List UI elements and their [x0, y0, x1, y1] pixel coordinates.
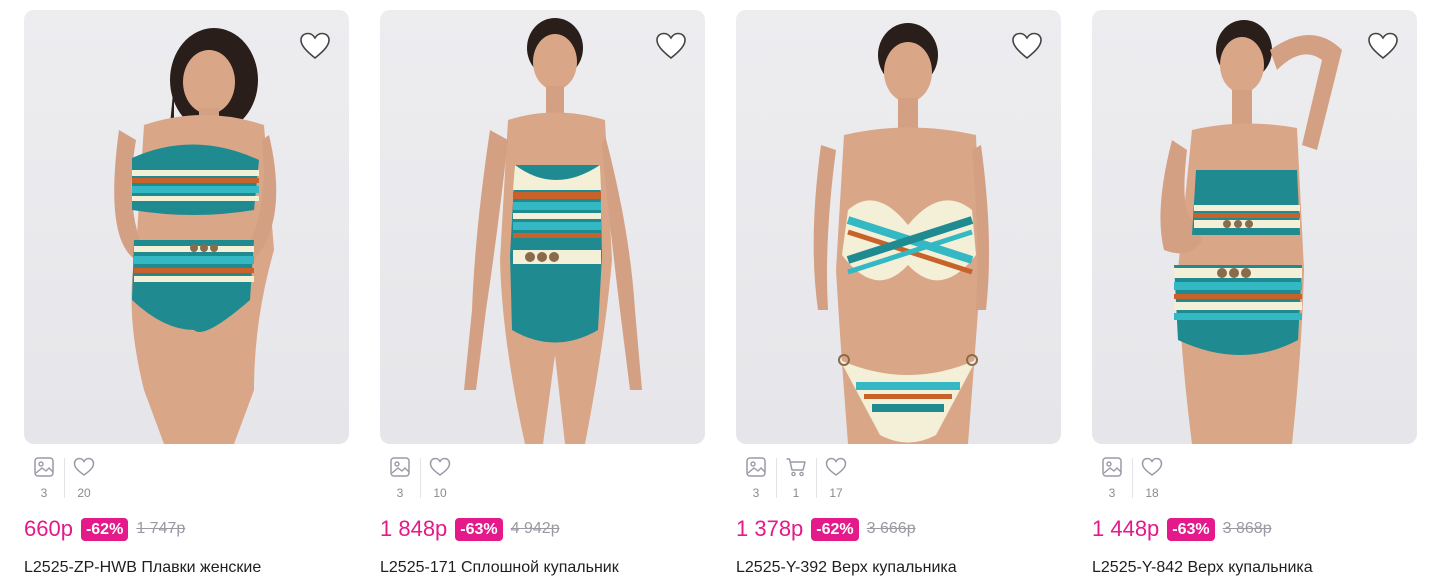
cart-stat[interactable]: 1: [776, 456, 816, 502]
old-price: 4 942р: [510, 520, 560, 537]
like-icon: [73, 457, 95, 476]
favorite-button[interactable]: [1367, 30, 1399, 62]
price-row: 1 848р -63% 4 942р: [380, 516, 560, 542]
current-price: 1 448р: [1092, 516, 1160, 541]
product-photo[interactable]: [1092, 10, 1417, 444]
discount-badge: -62%: [80, 517, 129, 541]
photos-stat[interactable]: 3: [380, 456, 420, 502]
heart-icon: [1012, 32, 1042, 60]
swimsuit-model-image: [114, 28, 277, 444]
old-price: 3 868р: [1222, 520, 1272, 537]
photo-icon: [746, 457, 766, 477]
product-photo[interactable]: [24, 10, 349, 444]
photos-count: 3: [396, 486, 404, 500]
product-stats: 3 18: [1092, 456, 1172, 502]
photo-icon: [1102, 457, 1122, 477]
swimsuit-model-image: [813, 23, 990, 444]
old-price: 3 666р: [866, 520, 916, 537]
photos-count: 3: [752, 486, 760, 500]
likes-count: 17: [829, 486, 843, 500]
product-card[interactable]: 3 10 1 848р -63% 4 942р L2525-171 Сплошн…: [380, 10, 705, 588]
product-title[interactable]: L2525-Y-392 Верх купальника: [736, 558, 1066, 578]
price-row: 1 378р -62% 3 666р: [736, 516, 916, 542]
like-icon: [1141, 457, 1163, 476]
cart-icon: [786, 458, 806, 477]
discount-badge: -62%: [811, 517, 859, 541]
product-grid: 3 20 660р -62% 1 747р L2525-ZP-HWB Плавк…: [0, 0, 1433, 588]
product-card[interactable]: 3 20 660р -62% 1 747р L2525-ZP-HWB Плавк…: [24, 10, 349, 588]
likes-count: 18: [1145, 486, 1159, 500]
likes-stat[interactable]: 10: [420, 456, 460, 502]
product-card[interactable]: 3 18 1 448р -63% 3 868р L2525-Y-842 Верх…: [1092, 10, 1417, 588]
swimsuit-model-image: [464, 18, 642, 444]
discount-badge: -63%: [455, 517, 503, 541]
like-icon: [429, 457, 451, 476]
old-price: 1 747р: [136, 520, 186, 537]
cart-count: 1: [792, 486, 800, 500]
photos-stat[interactable]: 3: [1092, 456, 1132, 502]
heart-icon: [1368, 32, 1398, 60]
favorite-button[interactable]: [1011, 30, 1043, 62]
product-title[interactable]: L2525-Y-842 Верх купальника: [1092, 558, 1422, 578]
product-stats: 3 1 17: [736, 456, 856, 502]
likes-stat[interactable]: 20: [64, 456, 104, 502]
current-price: 660р: [24, 516, 73, 541]
product-stats: 3 10: [380, 456, 460, 502]
product-title[interactable]: L2525-ZP-HWB Плавки женские: [24, 558, 354, 578]
favorite-button[interactable]: [655, 30, 687, 62]
current-price: 1 378р: [736, 516, 804, 541]
price-row: 660р -62% 1 747р: [24, 516, 185, 542]
product-stats: 3 20: [24, 456, 104, 502]
photo-icon: [34, 457, 54, 477]
product-card[interactable]: 3 1 17 1 378р -62% 3 666р L2525-Y-392 Ве…: [736, 10, 1061, 588]
likes-count: 20: [77, 486, 91, 500]
heart-icon: [656, 32, 686, 60]
product-photo[interactable]: [736, 10, 1061, 444]
heart-icon: [300, 32, 330, 60]
like-icon: [825, 457, 847, 476]
discount-badge: -63%: [1167, 517, 1215, 541]
likes-count: 10: [433, 486, 447, 500]
likes-stat[interactable]: 18: [1132, 456, 1172, 502]
photo-icon: [390, 457, 410, 477]
likes-stat[interactable]: 17: [816, 456, 856, 502]
swimsuit-model-image: [1160, 20, 1342, 444]
photos-count: 3: [40, 486, 48, 500]
photos-stat[interactable]: 3: [24, 456, 64, 502]
product-title[interactable]: L2525-171 Сплошной купальник: [380, 558, 710, 578]
photos-count: 3: [1108, 486, 1116, 500]
price-row: 1 448р -63% 3 868р: [1092, 516, 1272, 542]
favorite-button[interactable]: [299, 30, 331, 62]
current-price: 1 848р: [380, 516, 448, 541]
photos-stat[interactable]: 3: [736, 456, 776, 502]
product-photo[interactable]: [380, 10, 705, 444]
